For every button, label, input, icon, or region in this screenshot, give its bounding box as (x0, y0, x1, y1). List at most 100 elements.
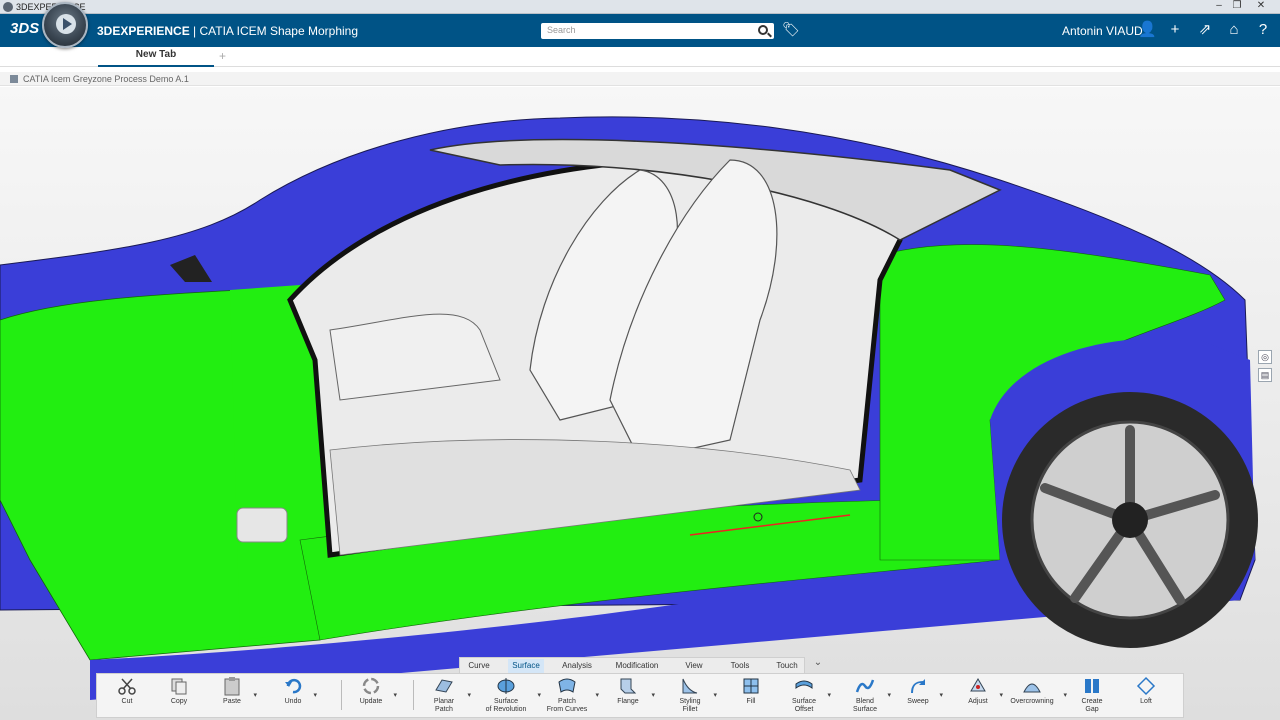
undo-icon (285, 678, 302, 694)
paste-label: Paste (223, 698, 241, 705)
toolbar-collapse-button[interactable]: ⌄ (811, 657, 825, 671)
car-model-render[interactable] (0, 87, 1280, 720)
cut-button[interactable]: Cut (113, 676, 141, 718)
tab-modification[interactable]: Modification (610, 659, 664, 673)
surface-offset-label-1: Surface (791, 698, 817, 705)
blend-surface-icon (855, 679, 875, 693)
styling-fillet-label-2: Fillet (682, 706, 698, 713)
surface-of-revolution-button[interactable]: Surface of Revolution ▾ (481, 676, 541, 718)
overcrowning-label: Overcrowning (1010, 698, 1054, 705)
tab-touch[interactable]: Touch (772, 659, 802, 673)
app-header: 3DS 3DEXPERIENCE | CATIA ICEM Shape Morp… (0, 14, 1280, 47)
paste-button[interactable]: Paste ▾ (217, 676, 257, 718)
copy-label: Copy (170, 698, 188, 705)
tag-icon[interactable]: 🏷 (782, 22, 800, 36)
overcrowning-dropdown-icon[interactable]: ▾ (1063, 692, 1067, 700)
sweep-dropdown-icon[interactable]: ▾ (939, 692, 943, 700)
update-button[interactable]: Update ▾ (355, 676, 397, 718)
adjust-dropdown-icon[interactable]: ▾ (999, 692, 1003, 700)
sweep-button[interactable]: Sweep ▾ (903, 676, 943, 718)
surface-offset-icon (795, 680, 813, 689)
tab-analysis[interactable]: Analysis (558, 659, 596, 673)
patch-from-curves-icon (558, 678, 576, 693)
maximize-button[interactable]: ❐ (1228, 0, 1246, 13)
compass-button[interactable] (42, 2, 88, 48)
view-icon[interactable]: ◎ (1258, 350, 1272, 364)
adjust-icon (970, 678, 986, 692)
loft-button[interactable]: Loft (1133, 676, 1159, 718)
search-icon[interactable] (758, 25, 768, 35)
help-icon[interactable]: ? (1254, 21, 1272, 39)
blend-surface-label-1: Blend (856, 698, 874, 705)
flange-label: Flange (617, 698, 639, 705)
home-icon[interactable]: ⌂ (1225, 21, 1243, 39)
patch-from-curves-dropdown-icon[interactable]: ▾ (595, 692, 599, 700)
tab-tools[interactable]: Tools (726, 659, 754, 673)
tab-view[interactable]: View (680, 659, 708, 673)
app-title-name: | CATIA ICEM Shape Morphing (189, 24, 359, 38)
patch-from-curves-button[interactable]: Patch From Curves ▾ (545, 676, 599, 718)
overcrowning-icon (1023, 683, 1041, 693)
create-gap-label-2: Gap (1085, 706, 1099, 713)
tab-new[interactable]: New Tab (98, 47, 214, 67)
styling-fillet-icon (682, 678, 698, 694)
panel-icon[interactable]: ▤ (1258, 368, 1272, 382)
minimize-button[interactable]: – (1210, 0, 1228, 13)
blend-surface-dropdown-icon[interactable]: ▾ (887, 692, 891, 700)
scissors-icon (118, 678, 136, 695)
undo-button[interactable]: Undo ▾ (279, 676, 317, 718)
update-icon (362, 677, 380, 695)
create-gap-button[interactable]: Create Gap (1077, 676, 1107, 718)
sweep-label: Sweep (907, 698, 929, 705)
tab-bar: New Tab + (0, 47, 1280, 67)
styling-fillet-dropdown-icon[interactable]: ▾ (713, 692, 717, 700)
paste-dropdown-icon[interactable]: ▾ (253, 692, 257, 700)
separator (413, 680, 414, 710)
surface-offset-dropdown-icon[interactable]: ▾ (827, 692, 831, 700)
blend-surface-button[interactable]: Blend Surface ▾ (849, 676, 891, 718)
separator (341, 680, 342, 710)
copy-button[interactable]: Copy (165, 676, 193, 718)
user-name[interactable]: Antonin VIAUD (1062, 24, 1143, 38)
share-icon[interactable]: ⇗ (1196, 21, 1214, 39)
action-bar: Cut Copy Paste ▾ Undo ▾ Update ▾ Planar P… (96, 673, 1184, 718)
search-input[interactable]: Search (541, 23, 774, 39)
tab-curve[interactable]: Curve (462, 659, 496, 673)
overcrowning-button[interactable]: Overcrowning ▾ (1007, 676, 1067, 718)
flange-icon (620, 678, 637, 694)
planar-patch-icon (435, 679, 453, 693)
plus-icon[interactable]: + (1166, 21, 1184, 39)
surface-of-revolution-icon (497, 678, 515, 694)
flange-dropdown-icon[interactable]: ▾ (651, 692, 655, 700)
surface-offset-label-2: Offset (794, 706, 814, 713)
surface-of-revolution-label-2: of Revolution (485, 706, 527, 713)
adjust-button[interactable]: Adjust ▾ (963, 676, 1003, 718)
fill-button[interactable]: Fill (737, 676, 765, 718)
close-button[interactable]: ✕ (1246, 0, 1276, 13)
undo-label: Undo (284, 698, 302, 705)
patch-from-curves-label-2: From Curves (546, 706, 588, 713)
paste-icon (224, 677, 240, 696)
copy-icon (171, 678, 187, 695)
update-dropdown-icon[interactable]: ▾ (393, 692, 397, 700)
undo-dropdown-icon[interactable]: ▾ (313, 692, 317, 700)
3d-viewport[interactable] (0, 87, 1280, 720)
flange-button[interactable]: Flange ▾ (611, 676, 655, 718)
user-icon[interactable]: 👤 (1138, 21, 1157, 39)
tab-surface[interactable]: Surface (508, 659, 544, 673)
blend-surface-label-2: Surface (852, 706, 878, 713)
loft-label: Loft (1140, 698, 1152, 705)
adjust-label: Adjust (968, 698, 988, 705)
search-placeholder: Search (547, 25, 576, 35)
app-title-brand: 3DEXPERIENCE (97, 24, 190, 38)
app-title: 3DEXPERIENCE | CATIA ICEM Shape Morphing (97, 24, 358, 38)
surface-offset-button[interactable]: Surface Offset ▾ (787, 676, 831, 718)
styling-fillet-button[interactable]: Styling Fillet ▾ (673, 676, 717, 718)
planar-patch-dropdown-icon[interactable]: ▾ (467, 692, 471, 700)
surface-of-revolution-label-1: Surface (493, 698, 519, 705)
app-logo-icon (3, 2, 13, 12)
surface-of-revolution-dropdown-icon[interactable]: ▾ (537, 692, 541, 700)
document-icon (10, 75, 18, 83)
planar-patch-button[interactable]: Planar Patch ▾ (427, 676, 471, 718)
add-tab-button[interactable]: + (219, 49, 226, 63)
